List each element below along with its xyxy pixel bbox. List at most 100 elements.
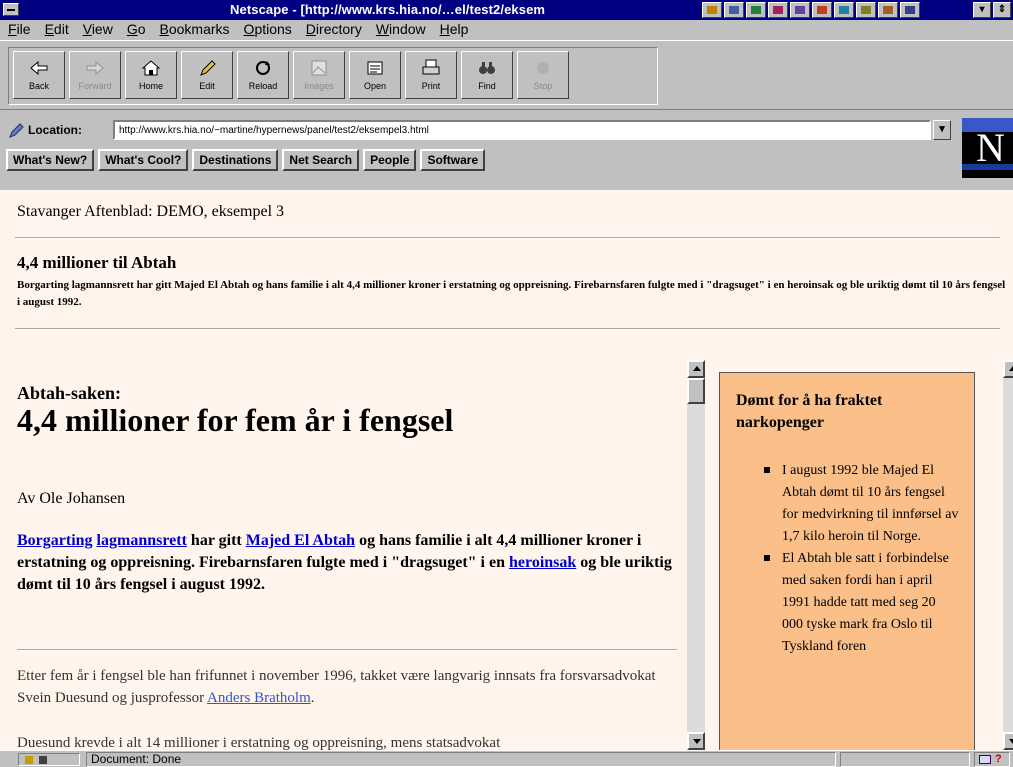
- images-button[interactable]: Images: [293, 51, 345, 99]
- scroll-up-button[interactable]: [687, 360, 705, 378]
- menu-bookmarks[interactable]: Bookmarks: [154, 20, 238, 39]
- bookmark-link-icon[interactable]: [8, 123, 24, 139]
- article-title: 4,4 millioner for fem år i fengsel: [17, 402, 454, 438]
- forward-label: Forward: [78, 81, 112, 91]
- menu-view[interactable]: View: [77, 20, 121, 39]
- sidebar-scrollbar[interactable]: [1003, 360, 1013, 750]
- fact-box-title: Dømt for å ha fraktet narkopenger: [736, 392, 883, 431]
- home-icon: [140, 59, 162, 77]
- find-button[interactable]: Find: [461, 51, 513, 99]
- scroll-thumb[interactable]: [687, 378, 705, 404]
- divider: [17, 649, 677, 651]
- net-search-button[interactable]: Net Search: [282, 149, 360, 171]
- whats-new-button[interactable]: What's New?: [6, 149, 95, 171]
- question-mark-icon: ?: [995, 753, 1002, 765]
- menu-bar: File Edit View Go Bookmarks Options Dire…: [0, 20, 1013, 39]
- fact-box-item: I august 1992 ble Majed El Abtah dømt ti…: [760, 460, 960, 548]
- article-paragraph: Duesund krevde i alt 14 millioner i erst…: [17, 735, 501, 750]
- progress-area: [840, 752, 970, 767]
- back-button[interactable]: Back: [13, 51, 65, 99]
- window-controls: ▾ ⇕: [973, 2, 1011, 18]
- edit-button[interactable]: Edit: [181, 51, 233, 99]
- system-menu-button[interactable]: [3, 3, 19, 16]
- status-bar: Document: Done ?: [0, 750, 1013, 767]
- bookmark-icon[interactable]: [768, 2, 788, 18]
- link-heroinsak[interactable]: heroinsak: [509, 554, 576, 571]
- stop-button[interactable]: Stop: [517, 51, 569, 99]
- home-label: Home: [138, 81, 163, 91]
- article-scrollbar[interactable]: [687, 360, 705, 750]
- netscape-logo[interactable]: N: [962, 118, 1013, 178]
- open-icon: [364, 59, 386, 77]
- print-button[interactable]: Print: [405, 51, 457, 99]
- open-button[interactable]: Open: [349, 51, 401, 99]
- article-ingress: Borgarting lagmannsrett har gitt Majed E…: [17, 530, 677, 596]
- calendar-icon[interactable]: [834, 2, 854, 18]
- menu-window[interactable]: Window: [370, 20, 434, 39]
- link-lagmannsrett[interactable]: lagmannsrett: [97, 532, 187, 549]
- menu-options[interactable]: Options: [238, 20, 300, 39]
- plugin-icon[interactable]: [878, 2, 898, 18]
- pencil-icon: [196, 59, 218, 77]
- netscape-n-glyph: N: [976, 125, 1005, 170]
- people-button[interactable]: People: [363, 149, 417, 171]
- software-button[interactable]: Software: [420, 149, 486, 171]
- mail-status[interactable]: ?: [974, 752, 1010, 767]
- window-title: Netscape - [http://www.krs.hia.no/…el/te…: [230, 2, 546, 17]
- article-kicker: Abtah-saken:: [17, 383, 122, 403]
- divider: [15, 237, 1000, 239]
- forward-arrow-icon: [84, 59, 106, 77]
- site-title: Stavanger Aftenblad: DEMO, eksempel 3: [17, 203, 285, 220]
- fact-box-list: I august 1992 ble Majed El Abtah dømt ti…: [760, 460, 960, 658]
- divider: [15, 328, 1000, 330]
- whats-cool-button[interactable]: What's Cool?: [98, 149, 189, 171]
- lead-paragraph: Borgarting lagmannsrett har gitt Majed E…: [17, 279, 1006, 308]
- guide-icon[interactable]: [702, 2, 722, 18]
- location-input[interactable]: http://www.krs.hia.no/~martine/hypernews…: [113, 120, 931, 140]
- menu-go[interactable]: Go: [121, 20, 154, 39]
- header-frame: Stavanger Aftenblad: DEMO, eksempel 3 4,…: [0, 190, 1013, 348]
- news-icon[interactable]: [746, 2, 766, 18]
- menu-file[interactable]: File: [2, 20, 39, 39]
- byline: Av Ole Johansen: [17, 490, 126, 507]
- ingress-text: har gitt: [186, 532, 246, 549]
- forward-button[interactable]: Forward: [69, 51, 121, 99]
- menu-help[interactable]: Help: [434, 20, 477, 39]
- menu-directory[interactable]: Directory: [300, 20, 370, 39]
- print-label: Print: [421, 81, 441, 91]
- article-frame: Abtah-saken: 4,4 millioner for fem år i …: [0, 350, 687, 750]
- stop-label: Stop: [533, 81, 553, 91]
- destinations-button[interactable]: Destinations: [192, 149, 279, 171]
- back-arrow-icon: [28, 59, 50, 77]
- pen-icon[interactable]: [856, 2, 876, 18]
- minimize-button[interactable]: ▾: [973, 2, 991, 18]
- navigation-toolbar: Back Forward Home Edit Reload Images Ope…: [0, 40, 1013, 110]
- title-bar-shortcut-icons: [702, 2, 920, 18]
- toolbar-buttons: Back Forward Home Edit Reload Images Ope…: [8, 47, 658, 105]
- stop-icon: [532, 59, 554, 77]
- menu-edit[interactable]: Edit: [39, 20, 77, 39]
- link-majed-el-abtah[interactable]: Majed El Abtah: [246, 532, 355, 549]
- composer-icon[interactable]: [790, 2, 810, 18]
- headline: 4,4 millioner til Abtah: [17, 253, 177, 272]
- security-icon[interactable]: [900, 2, 920, 18]
- security-status: [18, 753, 80, 766]
- reload-button[interactable]: Reload: [237, 51, 289, 99]
- images-icon: [308, 59, 330, 77]
- link-borgarting[interactable]: Borgarting: [17, 532, 93, 549]
- restore-button[interactable]: ⇕: [993, 2, 1011, 18]
- scroll-down-button[interactable]: [1003, 732, 1013, 750]
- location-dropdown-button[interactable]: ▾: [933, 120, 951, 140]
- printer-icon: [420, 59, 442, 77]
- scroll-down-button[interactable]: [687, 732, 705, 750]
- scroll-up-button[interactable]: [1003, 360, 1013, 378]
- page-content: Stavanger Aftenblad: DEMO, eksempel 3 4,…: [0, 190, 1013, 750]
- envelope-icon: [979, 755, 991, 764]
- reload-icon: [252, 59, 274, 77]
- link-anders-bratholm[interactable]: Anders Bratholm: [207, 690, 311, 706]
- reload-label: Reload: [248, 81, 278, 91]
- conference-icon[interactable]: [812, 2, 832, 18]
- home-button[interactable]: Home: [125, 51, 177, 99]
- key-icon: [25, 756, 33, 764]
- mail-icon[interactable]: [724, 2, 744, 18]
